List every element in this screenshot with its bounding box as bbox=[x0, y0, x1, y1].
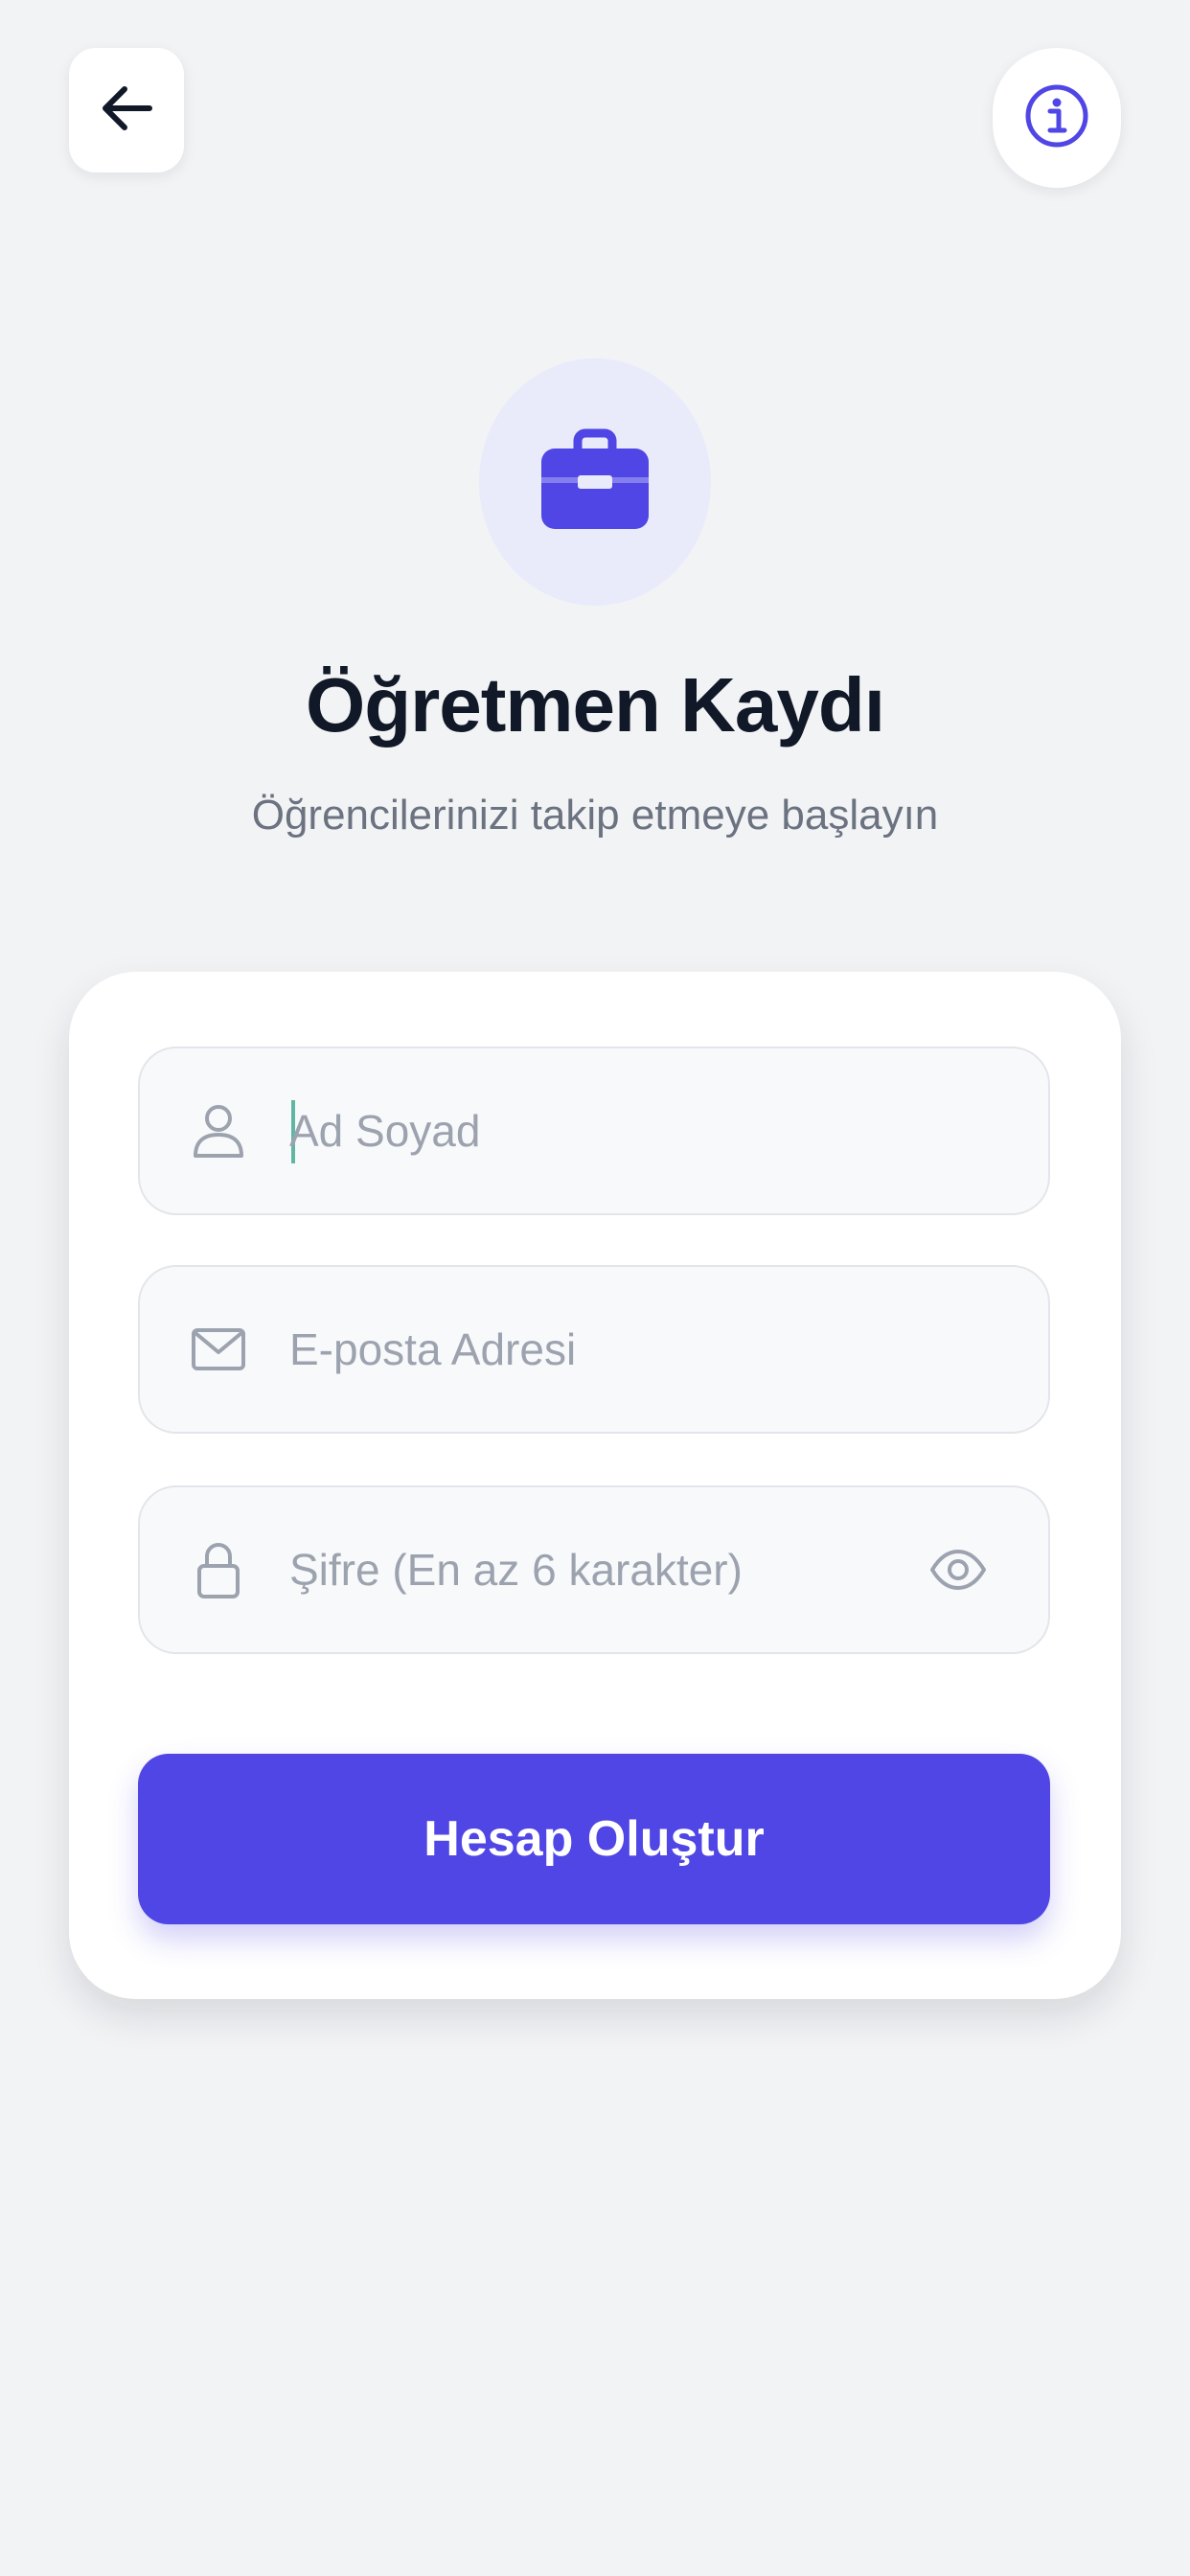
back-button[interactable] bbox=[69, 48, 184, 172]
create-account-button[interactable]: Hesap Oluştur bbox=[138, 1754, 1050, 1924]
info-button[interactable] bbox=[993, 48, 1121, 188]
briefcase-icon bbox=[539, 427, 651, 538]
name-input[interactable] bbox=[289, 1048, 903, 1213]
registration-card: Hesap Oluştur bbox=[69, 972, 1121, 1999]
password-input[interactable] bbox=[289, 1487, 903, 1652]
user-icon bbox=[190, 1100, 247, 1162]
email-field[interactable] bbox=[138, 1265, 1050, 1434]
mail-icon bbox=[190, 1319, 247, 1380]
hero-icon-badge bbox=[479, 358, 711, 606]
lock-icon bbox=[190, 1539, 247, 1600]
email-input[interactable] bbox=[289, 1267, 903, 1432]
page-title: Öğretmen Kaydı bbox=[306, 662, 885, 748]
page-subtitle: Öğrencilerinizi takip etmeye başlayın bbox=[251, 792, 939, 839]
arrow-left-icon bbox=[98, 81, 155, 140]
password-field[interactable] bbox=[138, 1485, 1050, 1654]
eye-icon[interactable] bbox=[927, 1546, 989, 1594]
info-circle-icon bbox=[1023, 82, 1090, 154]
name-field[interactable] bbox=[138, 1046, 1050, 1215]
